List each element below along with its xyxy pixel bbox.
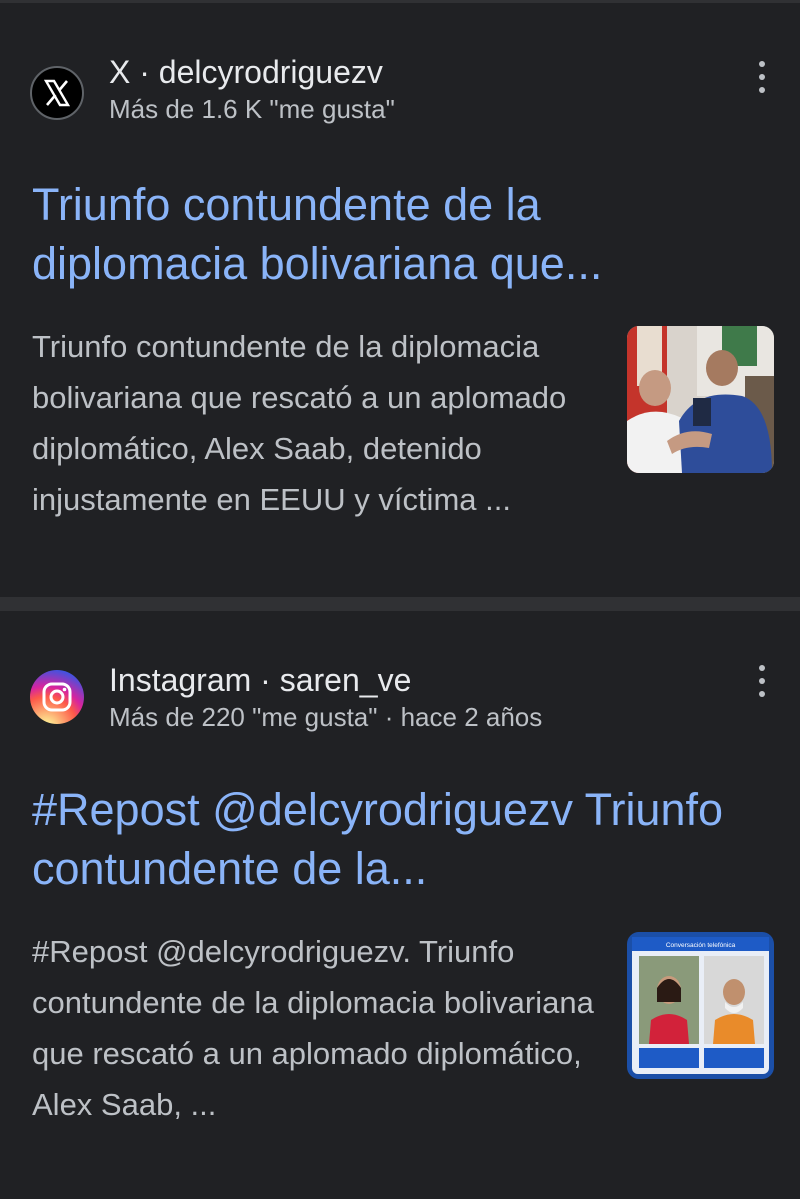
search-result-card[interactable]: X · delcyrodriguezv Más de 1.6 K "me gus… (0, 3, 800, 597)
dot-icon (759, 60, 765, 67)
thumbnail-caption: Conversación telefónica (666, 942, 736, 949)
more-options-button[interactable] (752, 57, 772, 97)
source-name: X · delcyrodriguezv (109, 54, 383, 90)
x-logo-icon (30, 66, 84, 120)
results-divider (0, 597, 800, 611)
source-meta: Más de 1.6 K "me gusta" (109, 94, 395, 124)
result-source[interactable]: Instagram · saren_ve Más de 220 "me gust… (30, 662, 543, 735)
search-result-card[interactable]: Instagram · saren_ve Más de 220 "me gust… (0, 611, 800, 1199)
result-thumbnail[interactable] (627, 326, 774, 473)
dot-icon (759, 677, 765, 684)
dot-icon (759, 691, 765, 698)
source-meta: Más de 220 "me gusta" · hace 2 años (109, 702, 543, 732)
dot-icon (759, 87, 765, 94)
result-snippet: #Repost @delcyrodriguezv. Triunfo contun… (32, 934, 594, 1122)
instagram-logo-icon (30, 670, 84, 724)
result-snippet: Triunfo contundente de la diplomacia bol… (32, 329, 567, 517)
result-title-link[interactable]: #Repost @delcyrodriguezv Triunfo contund… (32, 780, 732, 898)
result-thumbnail[interactable]: Conversación telefónica (627, 932, 774, 1079)
source-name: Instagram · saren_ve (109, 662, 412, 698)
result-title-link[interactable]: Triunfo contundente de la diplomacia bol… (32, 175, 732, 293)
dot-icon (759, 73, 765, 80)
dot-icon (759, 664, 765, 671)
more-options-button[interactable] (752, 661, 772, 701)
result-source[interactable]: X · delcyrodriguezv Más de 1.6 K "me gus… (30, 54, 395, 127)
